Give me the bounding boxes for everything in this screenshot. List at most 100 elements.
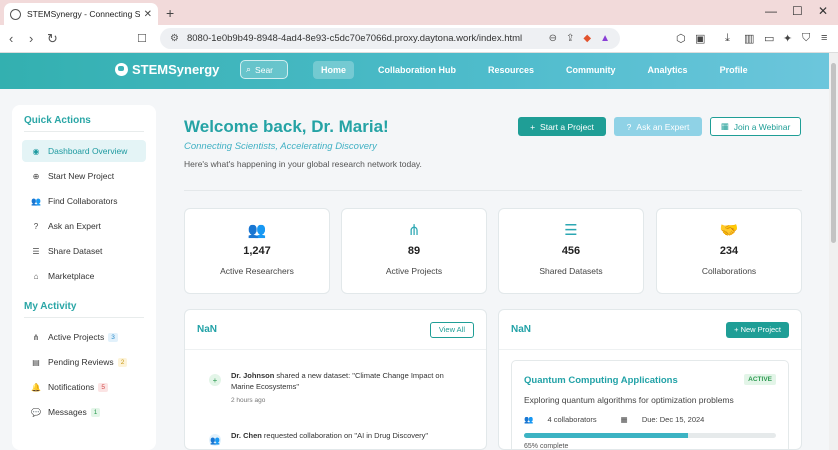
screenshot-icon[interactable]: ▣ bbox=[695, 32, 705, 45]
panel-header: NaN + New Project bbox=[499, 310, 801, 350]
site-info-icon[interactable]: ⚙ bbox=[170, 33, 179, 44]
plus-icon: + bbox=[530, 121, 536, 132]
back-icon[interactable]: ‹ bbox=[9, 31, 13, 46]
wallet-icon[interactable]: ▭ bbox=[764, 32, 774, 45]
stat-label: Active Researchers bbox=[220, 266, 294, 276]
vpn-icon[interactable]: ⛉ bbox=[802, 32, 810, 45]
brand-logo[interactable]: STEMSynergy bbox=[115, 62, 219, 77]
stat-card-collaborations: 🤝 234 Collaborations bbox=[656, 208, 802, 294]
nav-community[interactable]: Community bbox=[558, 61, 624, 79]
project-meta: 👥 4 collaborators ▦ Due: Dec 15, 2024 bbox=[524, 415, 776, 424]
collaborator-count: 4 collaborators bbox=[547, 415, 597, 424]
sidebar-item-start-project[interactable]: ⊕ Start New Project bbox=[22, 165, 146, 187]
menu-icon[interactable]: ≡ bbox=[821, 32, 827, 44]
stat-label: Collaborations bbox=[701, 266, 757, 276]
url-text[interactable]: 8080-1e0b9b49-8948-4ad4-8e93-c5dc70e7066… bbox=[187, 33, 540, 44]
search-icon: ⌕ bbox=[246, 64, 252, 74]
status-badge: ACTIVE bbox=[744, 374, 776, 385]
nav-home[interactable]: Home bbox=[313, 61, 355, 79]
close-tab-icon[interactable]: ✕ bbox=[144, 9, 152, 20]
browser-tab-strip: STEMSynergy - Connecting Scie ✕ + — ☐ ✕ bbox=[0, 0, 838, 25]
zoom-icon[interactable]: ⊖ bbox=[549, 33, 557, 44]
join-webinar-button[interactable]: ▦ Join a Webinar bbox=[710, 117, 801, 136]
rewards-icon[interactable]: ▲ bbox=[600, 33, 610, 44]
app-header: STEMSynergy ⌕ Sear Home Collaboration Hu… bbox=[0, 53, 829, 89]
stat-label: Shared Datasets bbox=[539, 266, 603, 276]
sidebar-item-label: Dashboard Overview bbox=[48, 146, 128, 156]
stat-card-datasets: ☰ 456 Shared Datasets bbox=[498, 208, 644, 294]
search-input[interactable]: ⌕ Sear bbox=[240, 60, 288, 79]
page-scrollbar[interactable] bbox=[829, 53, 838, 450]
handshake-icon: 🤝 bbox=[719, 222, 739, 239]
sidebar-item-pending-reviews[interactable]: ▤ Pending Reviews 2 bbox=[22, 351, 146, 373]
project-title[interactable]: Quantum Computing Applications bbox=[524, 375, 776, 386]
search-placeholder: Sear bbox=[255, 64, 274, 75]
maximize-icon[interactable]: ☐ bbox=[792, 4, 803, 18]
divider bbox=[184, 190, 802, 191]
share-icon[interactable]: ⇪ bbox=[566, 33, 574, 44]
brave-shield-icon[interactable]: ◆ bbox=[583, 33, 591, 44]
chat-icon: 💬 bbox=[31, 407, 41, 417]
tagline: Connecting Scientists, Accelerating Disc… bbox=[184, 141, 377, 152]
view-all-button[interactable]: View All bbox=[429, 321, 474, 338]
browser-toolbar: ‹ › ↻ ☐ ⚙ 8080-1e0b9b49-8948-4ad4-8e93-c… bbox=[0, 25, 838, 53]
stat-value: 456 bbox=[561, 245, 581, 257]
bookmark-icon[interactable]: ☐ bbox=[137, 32, 147, 45]
ask-expert-button[interactable]: ? Ask an Expert bbox=[614, 117, 702, 136]
sidebar-toggle-icon[interactable]: ▥ bbox=[744, 32, 754, 45]
sidebar-item-label: Marketplace bbox=[48, 271, 95, 281]
sidebar-item-marketplace[interactable]: ⌂ Marketplace bbox=[22, 265, 146, 287]
reload-icon[interactable]: ↻ bbox=[47, 31, 58, 47]
project-card[interactable]: Quantum Computing Applications ACTIVE Ex… bbox=[511, 360, 789, 450]
activity-author[interactable]: Dr. Chen bbox=[231, 431, 262, 440]
button-label: Ask an Expert bbox=[636, 121, 690, 132]
minimize-icon[interactable]: — bbox=[765, 4, 777, 18]
sidebar-item-ask-expert[interactable]: ? Ask an Expert bbox=[22, 215, 146, 237]
browser-tab[interactable]: STEMSynergy - Connecting Scie ✕ bbox=[4, 3, 158, 25]
sidebar-item-label: Pending Reviews bbox=[48, 357, 114, 367]
leo-ai-icon[interactable]: ✦ bbox=[783, 32, 792, 45]
plus-circle-icon: ⊕ bbox=[32, 171, 40, 181]
address-bar[interactable]: ⚙ 8080-1e0b9b49-8948-4ad4-8e93-c5dc70e70… bbox=[160, 28, 620, 49]
project-diagram-icon: ⋔ bbox=[407, 222, 421, 239]
extensions-icon[interactable]: ⬡ bbox=[676, 32, 686, 45]
start-project-button[interactable]: + Start a Project bbox=[518, 117, 606, 136]
calendar-icon: ▦ bbox=[620, 415, 630, 424]
sidebar-item-messages[interactable]: 💬 Messages 1 bbox=[22, 401, 146, 423]
activity-text: requested collaboration on "AI in Drug D… bbox=[261, 431, 429, 440]
activity-item[interactable]: 👥 Dr. Chen requested collaboration on "A… bbox=[209, 430, 461, 446]
nav-collaboration-hub[interactable]: Collaboration Hub bbox=[370, 61, 464, 79]
globe-icon bbox=[115, 63, 128, 76]
page-title: Welcome back, Dr. Maria! bbox=[184, 117, 389, 136]
sidebar: Quick Actions ◉ Dashboard Overview ⊕ Sta… bbox=[12, 105, 156, 450]
new-tab-icon[interactable]: + bbox=[166, 5, 174, 21]
sidebar-item-share-dataset[interactable]: ☰ Share Dataset bbox=[22, 240, 146, 262]
stat-card-projects: ⋔ 89 Active Projects bbox=[341, 208, 487, 294]
users-icon: 👥 bbox=[31, 196, 41, 206]
sidebar-item-active-projects[interactable]: ⋔ Active Projects 3 bbox=[22, 326, 146, 348]
download-icon[interactable]: ⤓ bbox=[725, 32, 730, 45]
close-window-icon[interactable]: ✕ bbox=[818, 4, 828, 18]
question-icon: ? bbox=[626, 121, 632, 132]
forward-icon[interactable]: › bbox=[29, 31, 33, 46]
store-icon: ⌂ bbox=[33, 271, 39, 281]
progress-label: 65% complete bbox=[524, 443, 569, 450]
new-project-button[interactable]: + New Project bbox=[726, 321, 789, 338]
globe-icon bbox=[10, 8, 21, 20]
database-icon: ☰ bbox=[32, 246, 40, 256]
sidebar-item-label: Active Projects bbox=[48, 332, 105, 342]
database-icon: ☰ bbox=[564, 222, 578, 239]
sidebar-item-dashboard[interactable]: ◉ Dashboard Overview bbox=[22, 140, 146, 162]
nav-profile[interactable]: Profile bbox=[712, 61, 756, 79]
scrollbar-thumb[interactable] bbox=[831, 63, 836, 243]
sidebar-item-notifications[interactable]: 🔔 Notifications 5 bbox=[22, 376, 146, 398]
nav-resources[interactable]: Resources bbox=[480, 61, 542, 79]
quick-actions-title: Quick Actions bbox=[24, 115, 144, 132]
users-icon: 👥 bbox=[524, 415, 536, 424]
activity-author[interactable]: Dr. Johnson bbox=[231, 371, 274, 380]
activity-item[interactable]: + Dr. Johnson shared a new dataset: "Cli… bbox=[209, 370, 461, 404]
clipboard-icon: ▤ bbox=[32, 357, 40, 367]
sidebar-item-find-collaborators[interactable]: 👥 Find Collaborators bbox=[22, 190, 146, 212]
stat-value: 89 bbox=[407, 245, 421, 257]
nav-analytics[interactable]: Analytics bbox=[640, 61, 696, 79]
